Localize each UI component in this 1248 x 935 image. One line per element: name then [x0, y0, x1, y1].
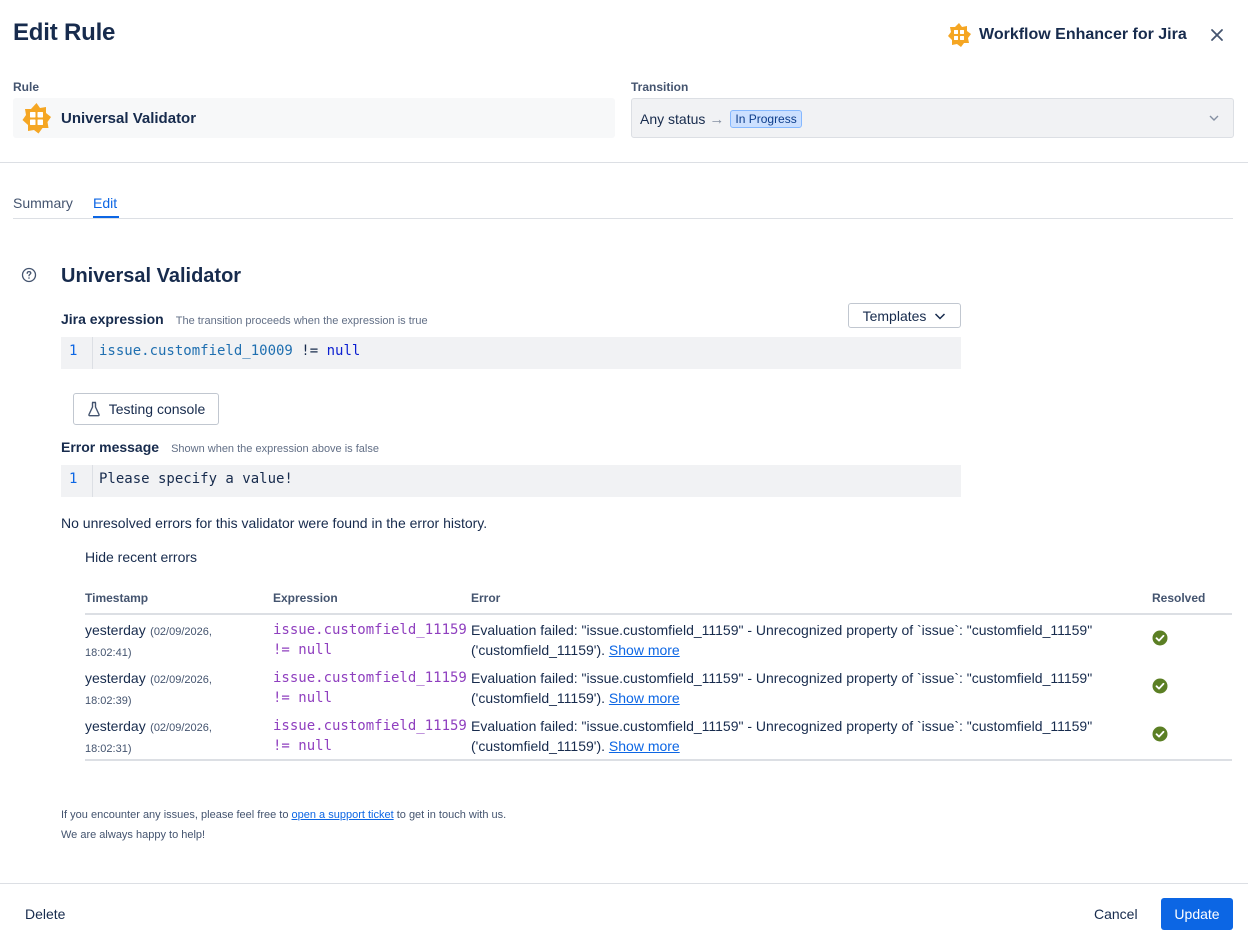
timestamp-time: 18:02:31) [85, 743, 132, 755]
expression-code: issue.customfield_10009 != null [99, 343, 360, 359]
expression-cell: issue.customfield_11159 != null [273, 668, 467, 708]
rule-label: Rule [13, 80, 40, 94]
hide-recent-errors-toggle[interactable]: Hide recent errors [85, 549, 197, 565]
error-cell: Evaluation failed: "issue.customfield_11… [471, 668, 1092, 708]
update-button[interactable]: Update [1161, 898, 1233, 930]
tabs-divider [13, 218, 1233, 219]
no-errors-message: No unresolved errors for this validator … [61, 515, 488, 531]
check-circle-icon [1152, 678, 1168, 694]
expression-line: != null [273, 690, 333, 706]
code-identifier: issue.customfield_10009 [99, 343, 293, 359]
table-header-divider [85, 613, 1232, 615]
timestamp-cell: yesterday (02/09/2026, 18:02:39) [85, 668, 265, 711]
transition-label: Transition [631, 80, 689, 94]
flask-icon [87, 401, 100, 417]
jira-expression-header: Jira expression The transition proceeds … [61, 311, 428, 327]
show-more-link[interactable]: Show more [609, 642, 680, 658]
timestamp-relative: yesterday [85, 670, 146, 686]
templates-button[interactable]: Templates [848, 303, 961, 328]
error-text: ('customfield_11159'). [471, 738, 606, 754]
delete-button[interactable]: Delete [13, 898, 77, 930]
check-circle-icon [1152, 630, 1168, 646]
table-row: yesterday (02/09/2026, 18:02:41) issue.c… [85, 620, 1232, 668]
line-number: 1 [69, 471, 78, 487]
support-text: If you encounter any issues, please feel… [61, 809, 506, 821]
expression-cell: issue.customfield_11159 != null [273, 620, 467, 660]
tab-summary[interactable]: Summary [13, 195, 73, 211]
timestamp-date: (02/09/2026, [150, 626, 212, 638]
error-message-hint: Shown when the expression above is false [171, 443, 379, 455]
expression-line: != null [273, 738, 333, 754]
column-header-timestamp: Timestamp [85, 591, 149, 605]
expression-cell: issue.customfield_11159 != null [273, 716, 467, 756]
error-text: Evaluation failed: "issue.customfield_11… [471, 718, 1093, 734]
cancel-button[interactable]: Cancel [1082, 898, 1150, 930]
support-text-suffix: to get in touch with us. [393, 809, 507, 821]
section-title: Universal Validator [61, 265, 242, 287]
expression-line: issue.customfield_11159 [273, 670, 467, 686]
table-row: yesterday (02/09/2026, 18:02:39) issue.c… [85, 668, 1232, 716]
page-title: Edit Rule [13, 19, 116, 46]
rule-name: Universal Validator [61, 110, 197, 127]
error-message-editor[interactable]: 1 Please specify a value! [61, 465, 961, 497]
timestamp-relative: yesterday [85, 718, 146, 734]
show-more-link[interactable]: Show more [609, 690, 680, 706]
question-circle-icon[interactable] [21, 267, 37, 283]
error-cell: Evaluation failed: "issue.customfield_11… [471, 716, 1092, 756]
support-ticket-link[interactable]: open a support ticket [292, 809, 394, 821]
close-icon [1211, 29, 1223, 41]
code-operator: != [292, 343, 327, 359]
chevron-down-icon [1209, 115, 1219, 121]
show-more-link[interactable]: Show more [609, 738, 680, 754]
tab-edit[interactable]: Edit [93, 195, 117, 211]
header-divider [0, 162, 1248, 163]
transition-value: Any status → In Progress [640, 110, 802, 128]
error-cell: Evaluation failed: "issue.customfield_11… [471, 620, 1092, 660]
status-lozenge: In Progress [730, 110, 802, 128]
error-text: ('customfield_11159'). [471, 642, 606, 658]
support-help-text: We are always happy to help! [61, 829, 206, 841]
support-text-prefix: If you encounter any issues, please feel… [61, 809, 292, 821]
error-message-header: Error message Shown when the expression … [61, 439, 379, 455]
chevron-down-icon [935, 312, 946, 320]
rule-logo-icon [22, 103, 51, 134]
testing-console-button[interactable]: Testing console [73, 393, 219, 425]
check-circle-icon [1152, 726, 1168, 742]
transition-from: Any status [640, 111, 706, 127]
timestamp-time: 18:02:41) [85, 647, 132, 659]
expression-line: issue.customfield_11159 [273, 622, 467, 638]
jira-expression-hint: The transition proceeds when the express… [175, 315, 428, 327]
table-row: yesterday (02/09/2026, 18:02:31) issue.c… [85, 716, 1232, 764]
line-number: 1 [69, 343, 78, 359]
gutter-divider [92, 337, 93, 369]
timestamp-time: 18:02:39) [85, 695, 132, 707]
error-message-code: Please specify a value! [99, 471, 293, 487]
column-header-error: Error [471, 591, 501, 605]
error-text: Evaluation failed: "issue.customfield_11… [471, 622, 1093, 638]
app-name: Workflow Enhancer for Jira [979, 26, 1187, 43]
timestamp-date: (02/09/2026, [150, 722, 212, 734]
error-message-label: Error message [61, 439, 160, 455]
close-button[interactable] [1203, 21, 1231, 49]
expression-line: != null [273, 642, 333, 658]
gutter-divider [92, 465, 93, 497]
table-bottom-divider [85, 759, 1232, 761]
column-header-resolved: Resolved [1152, 591, 1206, 605]
app-logo [948, 23, 971, 47]
error-text: Evaluation failed: "issue.customfield_11… [471, 670, 1093, 686]
timestamp-cell: yesterday (02/09/2026, 18:02:31) [85, 716, 265, 759]
error-text: ('customfield_11159'). [471, 690, 606, 706]
code-keyword: null [326, 343, 361, 359]
testing-console-label: Testing console [108, 401, 206, 417]
column-header-expression: Expression [273, 591, 338, 605]
footer-divider [0, 883, 1248, 884]
timestamp-relative: yesterday [85, 622, 146, 638]
arrow-right-icon: → [709, 110, 725, 128]
timestamp-cell: yesterday (02/09/2026, 18:02:41) [85, 620, 265, 663]
timestamp-date: (02/09/2026, [150, 674, 212, 686]
jira-expression-editor[interactable]: 1 issue.customfield_10009 != null [61, 337, 961, 369]
jira-expression-label: Jira expression [61, 311, 164, 327]
templates-label: Templates [862, 307, 927, 324]
expression-line: issue.customfield_11159 [273, 718, 467, 734]
